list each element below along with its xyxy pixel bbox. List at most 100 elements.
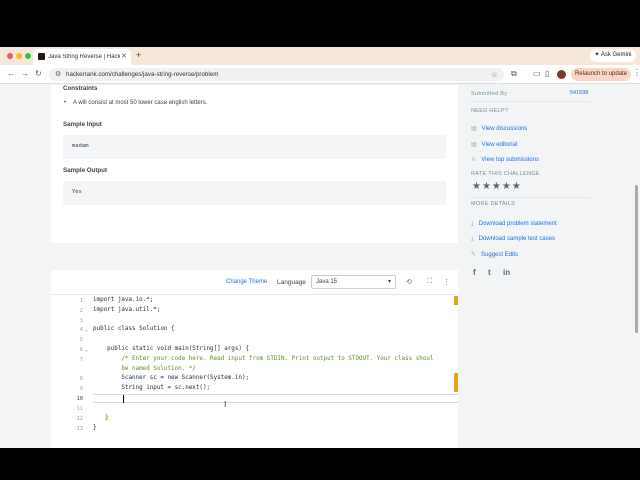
- code-editor-panel: Change Theme Language Java 15 ▾ ⟲ ⛶ ⋮ 1 …: [51, 270, 458, 448]
- tab-bar: Java String Reverse | HackerR ✕ + ✦ Ask …: [0, 47, 640, 65]
- editor-settings-icon[interactable]: ⋮: [443, 278, 450, 286]
- browser-menu-icon[interactable]: ⋮: [633, 68, 640, 77]
- modified-line-marker: [454, 373, 458, 392]
- close-window-button[interactable]: [7, 53, 13, 59]
- twitter-icon[interactable]: t: [488, 268, 491, 277]
- line-number: 8: [79, 376, 83, 382]
- download-sample-test-cases-label: Download sample test cases: [478, 236, 556, 242]
- change-theme-link[interactable]: Change Theme: [226, 279, 267, 285]
- code-comment-line: /* Enter your code here. Read input from…: [93, 356, 434, 362]
- download-icon: ⤓: [471, 221, 474, 227]
- code-line: }: [93, 425, 97, 431]
- submitted-by-value[interactable]: 541598: [570, 90, 588, 96]
- view-discussions-label: View discussions: [481, 126, 528, 132]
- download-icon: ⤓: [471, 236, 474, 242]
- divider: [471, 101, 590, 102]
- tab-title: Java String Reverse | HackerR: [48, 54, 120, 60]
- cast-icon[interactable]: ▭: [533, 69, 541, 78]
- site-info-icon[interactable]: ⚙: [55, 68, 61, 81]
- code-line: Scanner sc = new Scanner(System.in);: [93, 375, 250, 381]
- view-editorial-label: View editorial: [481, 142, 518, 148]
- extensions-icon[interactable]: ⧉: [511, 69, 517, 79]
- ask-gemini-button[interactable]: ✦ Ask Gemini: [590, 49, 636, 62]
- line-number: 9: [79, 386, 83, 392]
- view-editorial-link[interactable]: ▤ View editorial: [471, 141, 517, 148]
- trophy-icon: ♕: [471, 157, 477, 163]
- line-number-active: 10: [76, 396, 83, 402]
- submitted-by-label: Submitted By: [471, 91, 508, 97]
- tab-close-icon[interactable]: ✕: [121, 52, 127, 60]
- code-line: String input = sc.next();: [93, 385, 211, 391]
- current-line-highlight: [93, 394, 458, 403]
- code-line: }: [105, 415, 109, 421]
- minimize-window-button[interactable]: [16, 53, 22, 59]
- address-bar[interactable]: ⚙ hackerrank.com/challenges/java-string-…: [49, 68, 504, 81]
- modified-line-marker: [454, 296, 458, 305]
- more-details-heading: MORE DETAILS: [471, 201, 516, 207]
- editorial-icon: ▤: [471, 142, 477, 148]
- language-value: Java 15: [316, 279, 338, 285]
- suggest-edits-link[interactable]: ✎ Suggest Edits: [471, 251, 518, 258]
- language-label: Language: [277, 279, 306, 286]
- discussion-icon: ▤: [471, 126, 477, 132]
- language-select[interactable]: Java 15 ▾: [311, 275, 396, 289]
- need-help-heading: NEED HELP?: [471, 108, 509, 114]
- fold-arrow-icon[interactable]: ⌄: [85, 347, 88, 353]
- line-number: 12: [76, 416, 83, 422]
- problem-panel: Constraints • A will consist at most 50 …: [51, 85, 458, 243]
- line-number: 3: [79, 318, 83, 324]
- fold-arrow-icon[interactable]: ⌄: [85, 327, 88, 333]
- line-number: 4: [79, 327, 83, 333]
- fullscreen-icon[interactable]: ⛶: [427, 278, 432, 286]
- editor-toolbar: Change Theme Language Java 15 ▾ ⟲ ⛶ ⋮: [51, 270, 458, 295]
- tab-java-string-reverse[interactable]: Java String Reverse | HackerR ✕: [33, 49, 131, 65]
- sample-output-heading: Sample Output: [63, 167, 108, 174]
- code-line: import java.io.*;: [93, 297, 154, 303]
- history-icon[interactable]: ⟲: [406, 278, 412, 286]
- maximize-window-button[interactable]: [25, 53, 31, 59]
- code-line: public class Solution {: [93, 326, 175, 332]
- line-number: 2: [79, 308, 83, 314]
- view-discussions-link[interactable]: ▤ View discussions: [471, 125, 527, 132]
- constraints-heading: Constraints: [63, 85, 98, 92]
- page-content: Constraints • A will consist at most 50 …: [0, 85, 640, 448]
- view-top-submissions-label: View top submissions: [481, 157, 539, 163]
- sample-input-heading: Sample Input: [63, 121, 102, 128]
- bullet-icon: •: [64, 100, 67, 106]
- line-number: 7: [79, 357, 83, 363]
- url-text: hackerrank.com/challenges/java-string-re…: [66, 71, 219, 78]
- mouse-ibeam-cursor-icon: I: [224, 400, 227, 409]
- profile-avatar[interactable]: [557, 70, 566, 79]
- line-number: 1: [79, 298, 83, 304]
- forward-arrow-icon[interactable]: →: [21, 69, 29, 78]
- sample-input-value: madam: [72, 143, 89, 149]
- code-area[interactable]: 1 import java.io.*; 2 import java.util.*…: [51, 296, 458, 448]
- hackerrank-favicon-icon: [38, 53, 45, 60]
- code-line: import java.util.*;: [93, 307, 161, 313]
- relaunch-to-update-button[interactable]: Relaunch to update: [571, 68, 631, 81]
- lightbulb-icon: ✎: [471, 252, 477, 258]
- code-line-active: [93, 395, 121, 401]
- page-scrollbar[interactable]: [635, 185, 638, 333]
- reload-icon[interactable]: ↻: [35, 69, 42, 78]
- bookmark-star-icon[interactable]: ☆: [491, 68, 498, 81]
- facebook-icon[interactable]: f: [473, 268, 476, 277]
- sample-output-box: Yes: [63, 181, 446, 205]
- line-number: 13: [76, 426, 83, 432]
- browser-toolbar: ← → ↻ ⚙ hackerrank.com/challenges/java-s…: [0, 65, 640, 84]
- divider: [471, 197, 590, 198]
- rating-stars[interactable]: ★★★★★: [472, 181, 522, 192]
- code-comment-line: be named Solution. */: [93, 366, 196, 372]
- download-problem-statement-link[interactable]: ⤓ Download problem statement: [471, 221, 557, 228]
- new-tab-button[interactable]: +: [136, 50, 141, 60]
- linkedin-icon[interactable]: in: [503, 268, 510, 277]
- line-number: 11: [76, 406, 83, 412]
- sample-input-box: madam: [63, 135, 446, 159]
- view-top-submissions-link[interactable]: ♕ View top submissions: [471, 156, 539, 163]
- line-number: 6: [79, 347, 83, 353]
- code-line: public static void main(String[] args) {: [93, 346, 250, 352]
- text-cursor: [123, 395, 124, 403]
- download-sample-test-cases-link[interactable]: ⤓ Download sample test cases: [471, 236, 555, 243]
- sidepanel-icon[interactable]: ▯: [545, 69, 549, 78]
- back-arrow-icon[interactable]: ←: [7, 69, 15, 78]
